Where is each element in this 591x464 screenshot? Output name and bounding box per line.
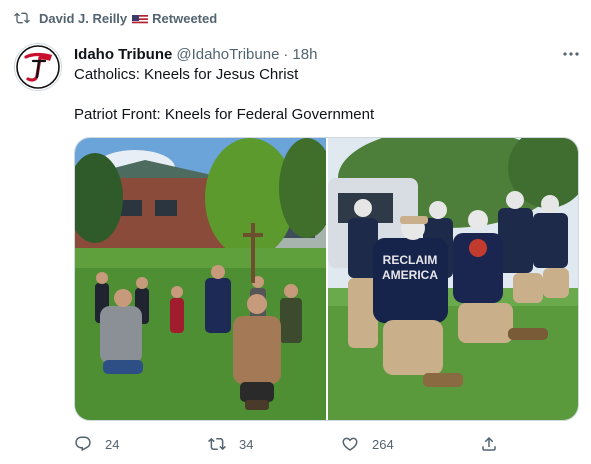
shirt-text-line-1: RECLAIM (383, 253, 438, 267)
author-name[interactable]: Idaho Tribune (74, 46, 172, 63)
more-icon (563, 52, 579, 56)
retweet-icon (208, 437, 226, 451)
reply-icon (75, 436, 91, 452)
author-avatar[interactable] (14, 43, 62, 91)
retweet-icon (14, 12, 30, 24)
tweet-actions: 24 34 264 (74, 433, 504, 455)
reply-count: 24 (105, 436, 120, 452)
author-handle[interactable]: @IdahoTribune (176, 46, 279, 63)
retweeter-name[interactable]: David J. Reilly (39, 11, 127, 26)
retweeted-label: Retweeted (152, 10, 218, 26)
photo-kneeling-catholics[interactable] (75, 138, 326, 420)
share-icon (482, 436, 496, 451)
retweet-context[interactable]: David J. Reilly Retweeted (14, 8, 217, 28)
tweet-text-line-1: Catholics: Kneels for Jesus Christ (74, 66, 299, 83)
tweet-media: RECLAIM AMERICA (74, 137, 579, 421)
tweet-text-line-2: Patriot Front: Kneels for Federal Govern… (74, 106, 375, 123)
like-button[interactable]: 264 (341, 435, 394, 453)
retweet-button[interactable]: 34 (208, 435, 253, 453)
tweet-header: Idaho Tribune @IdahoTribune · 18h (74, 44, 317, 64)
more-options-button[interactable] (559, 42, 583, 66)
photo-kneeling-patriot-front[interactable]: RECLAIM AMERICA (327, 138, 578, 420)
retweet-count: 34 (239, 436, 254, 452)
shirt-text-line-2: AMERICA (382, 268, 438, 282)
like-count: 264 (372, 436, 394, 452)
separator-dot: · (283, 45, 289, 63)
reply-button[interactable]: 24 (74, 435, 119, 453)
tweet-timestamp[interactable]: 18h (292, 46, 317, 63)
us-flag-icon (132, 13, 149, 24)
share-button[interactable] (480, 435, 498, 453)
idaho-tribune-logo (16, 45, 60, 89)
heart-icon (342, 437, 358, 451)
